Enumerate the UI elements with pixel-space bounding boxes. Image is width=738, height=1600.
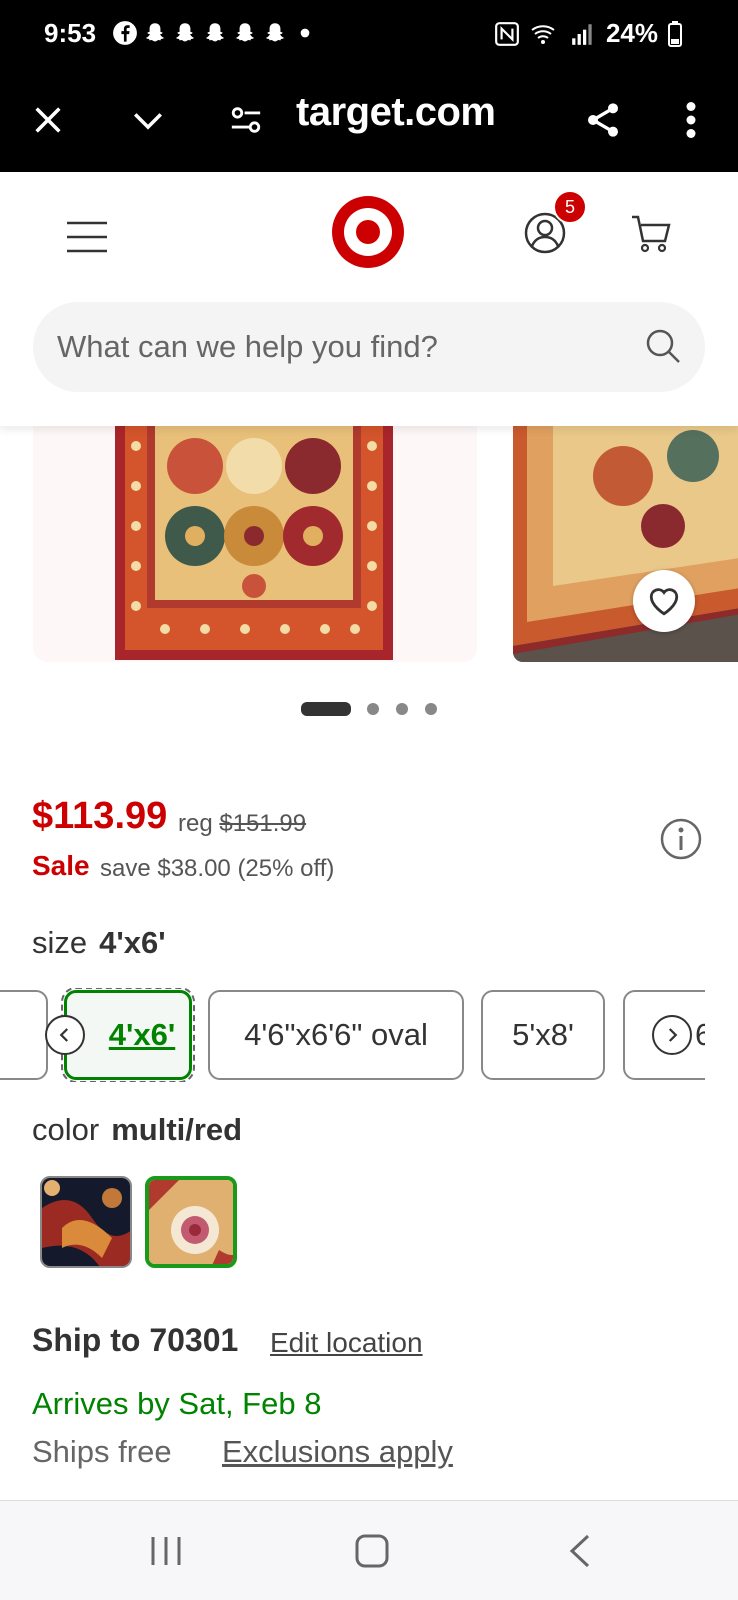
minimize-button[interactable] [120, 92, 176, 148]
more-vertical-icon [686, 102, 696, 138]
target-bullseye-logo [332, 196, 404, 268]
carousel-dot-active[interactable] [301, 702, 351, 716]
notification-icons [112, 20, 318, 46]
reg-label: reg [178, 810, 213, 837]
share-icon [588, 103, 618, 137]
size-option-oval[interactable]: 4'6"x6'6" oval [208, 990, 464, 1080]
search-icon[interactable] [643, 326, 683, 366]
status-time: 9:53 [44, 18, 97, 48]
regular-price: $151.99 [219, 810, 307, 837]
browser-toolbar: target.com [0, 70, 738, 172]
size-label: size [32, 925, 88, 960]
scroll-right-button[interactable] [652, 1015, 692, 1055]
product-image-carousel[interactable] [0, 426, 738, 662]
target-logo[interactable] [330, 194, 406, 270]
color-heading: color multi/red [32, 1112, 242, 1148]
recent-apps-button[interactable] [136, 1523, 196, 1579]
nfc-icon [495, 21, 519, 46]
savings-text: save $38.00 (25% off) [100, 855, 335, 882]
rug-room-image [513, 426, 738, 662]
url-text[interactable]: target.com [296, 90, 496, 135]
color-swatch-multi-red[interactable] [145, 1176, 237, 1268]
site-settings-icon [231, 107, 261, 133]
size-options: 4'x6' 4'6"x6'6" oval 5'x8' 6 [0, 988, 705, 1082]
edit-location-link[interactable]: Edit location [270, 1327, 423, 1359]
snapchat-icon [236, 23, 254, 42]
snapchat-icon [266, 23, 284, 42]
navy-rug-swatch [42, 1178, 130, 1266]
menu-button[interactable] [60, 212, 114, 262]
sale-price: $113.99 [32, 795, 168, 837]
snapchat-icon [176, 23, 194, 42]
site-settings-button[interactable] [218, 92, 274, 148]
system-navigation-bar [0, 1500, 738, 1600]
search-bar[interactable] [33, 302, 705, 392]
size-heading: size 4'x6' [32, 925, 166, 961]
size-option-5x8[interactable]: 5'x8' [481, 990, 605, 1080]
selected-size: 4'x6' [99, 925, 166, 960]
facebook-icon [113, 21, 137, 45]
back-icon [569, 1534, 590, 1568]
close-icon [35, 107, 61, 133]
sale-label: Sale [32, 850, 90, 881]
carousel-pagination [0, 700, 738, 716]
carousel-dot[interactable] [396, 703, 408, 715]
back-button[interactable] [550, 1523, 610, 1579]
search-input[interactable] [57, 302, 617, 392]
product-image-1[interactable] [33, 426, 477, 662]
home-button[interactable] [342, 1523, 402, 1579]
carousel-dot[interactable] [425, 703, 437, 715]
snapchat-icon [206, 23, 224, 42]
chevron-down-icon [133, 113, 163, 130]
wifi-icon [531, 24, 555, 44]
arrival-date: Arrives by Sat, Feb 8 [32, 1386, 322, 1421]
system-status: 24% [494, 18, 682, 49]
favorite-button[interactable] [633, 570, 695, 632]
rug-image [115, 426, 393, 660]
selected-color: multi/red [111, 1112, 243, 1147]
battery-percent: 24% [605, 18, 658, 48]
cart-button[interactable] [626, 208, 676, 258]
heart-icon [649, 588, 679, 616]
close-tab-button[interactable] [20, 92, 76, 148]
snapchat-icon [146, 23, 164, 42]
chevron-right-icon [668, 1028, 678, 1042]
product-image-2[interactable] [513, 426, 738, 662]
ships-free-text: Ships free [32, 1434, 172, 1469]
color-label: color [32, 1112, 100, 1147]
carousel-dot[interactable] [367, 703, 379, 715]
ship-to-heading: Ship to 70301 [32, 1322, 239, 1358]
exclusions-link[interactable]: Exclusions apply [222, 1434, 453, 1470]
size-option-partial[interactable] [0, 990, 48, 1080]
status-bar: 9:53 24% [0, 0, 738, 70]
signal-icon [572, 23, 592, 45]
info-icon[interactable] [659, 817, 703, 861]
dot-icon [300, 28, 310, 38]
color-swatch-navy[interactable] [40, 1176, 132, 1268]
account-notification-badge: 5 [553, 190, 587, 224]
share-button[interactable] [575, 92, 631, 148]
hamburger-menu-icon [67, 221, 107, 253]
cart-icon [632, 215, 671, 253]
regular-price-label: reg $151.99 [178, 810, 306, 838]
chevron-left-icon [59, 1028, 69, 1042]
recent-apps-icon [151, 1537, 181, 1565]
red-rug-swatch [149, 1180, 233, 1264]
scroll-left-button[interactable] [45, 1015, 85, 1055]
home-icon [355, 1534, 389, 1568]
battery-icon [668, 20, 682, 47]
more-options-button[interactable] [663, 92, 719, 148]
